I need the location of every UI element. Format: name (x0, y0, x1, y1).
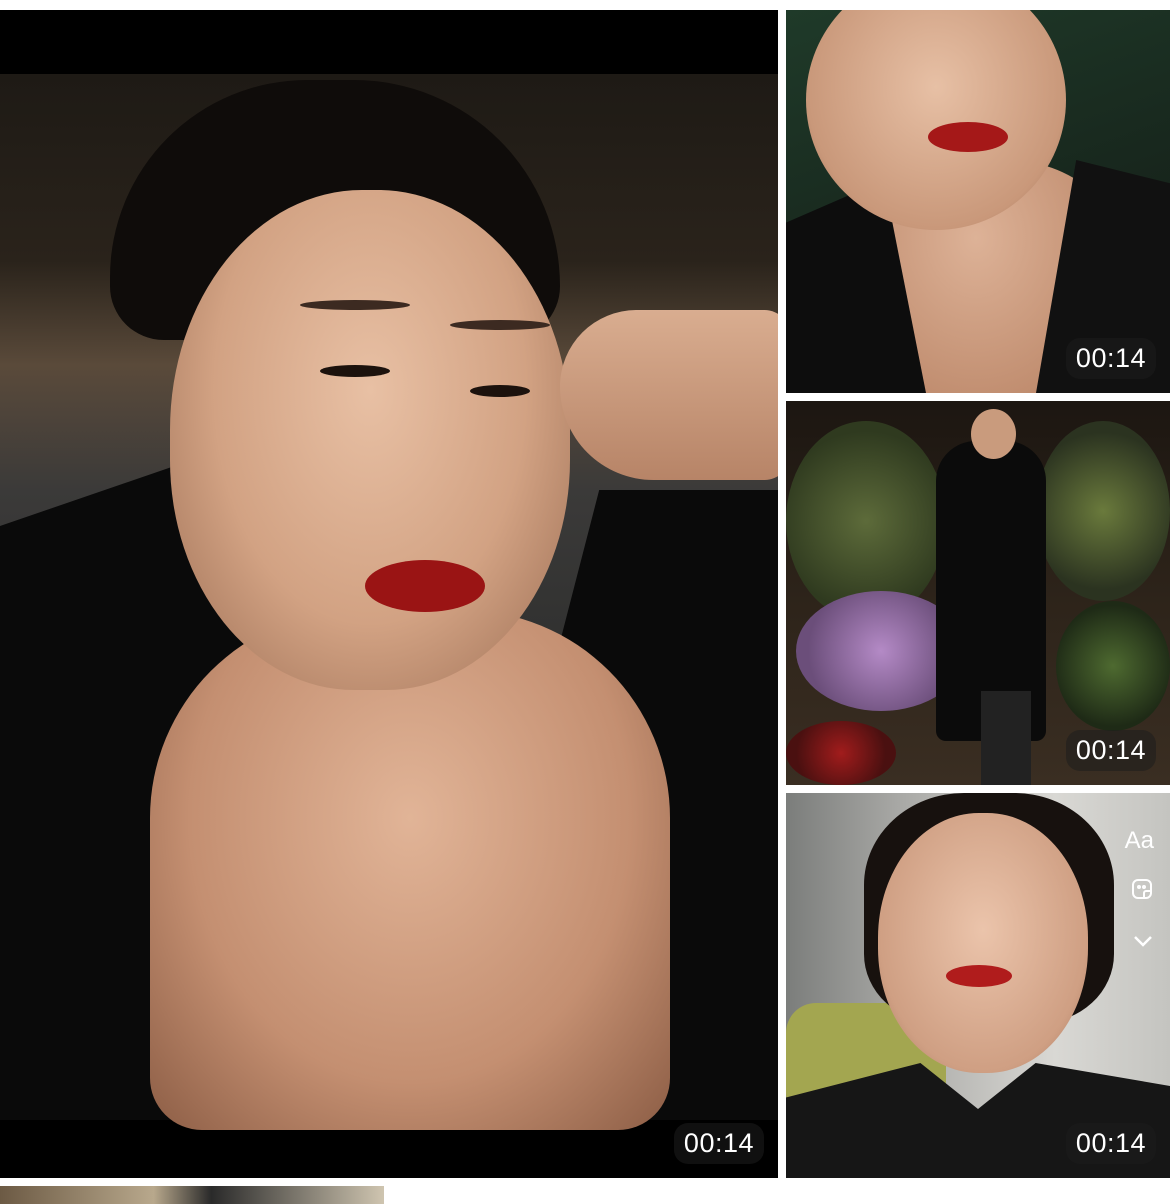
video-thumbnail-side-1[interactable]: 00:14 (786, 10, 1170, 393)
video-duration-badge: 00:14 (1065, 338, 1156, 379)
cropped-edge-text (1160, 40, 1170, 180)
video-thumbnail-partial[interactable] (0, 1186, 384, 1204)
foliage-shape (1036, 421, 1170, 601)
text-tool-button[interactable]: Aa (1125, 827, 1154, 855)
flowers-shape (786, 721, 896, 785)
foliage-shape (1056, 601, 1170, 731)
sticker-icon[interactable] (1130, 877, 1154, 908)
chevron-down-icon[interactable] (1132, 927, 1154, 955)
lips-shape (928, 122, 1008, 152)
brow-shape (450, 320, 550, 330)
brow-shape (300, 300, 410, 310)
video-thumbnail-side-3[interactable]: Aa 00:14 (786, 793, 1170, 1178)
video-duration-badge: 00:14 (1065, 1123, 1156, 1164)
video-thumbnail-side-2[interactable]: 00:14 (786, 401, 1170, 785)
lips-shape (946, 965, 1012, 987)
face-shape (878, 813, 1088, 1073)
person-head (971, 409, 1016, 459)
eye-shape (470, 385, 530, 397)
video-duration-badge: 00:14 (1065, 730, 1156, 771)
eye-shape (320, 365, 390, 377)
face-shape (170, 190, 570, 690)
lips-shape (365, 560, 485, 612)
video-duration-badge: 00:14 (673, 1123, 764, 1164)
person-legs (981, 691, 1031, 785)
arm-shape (560, 310, 778, 480)
video-thumbnail-main[interactable]: 00:14 (0, 10, 778, 1178)
